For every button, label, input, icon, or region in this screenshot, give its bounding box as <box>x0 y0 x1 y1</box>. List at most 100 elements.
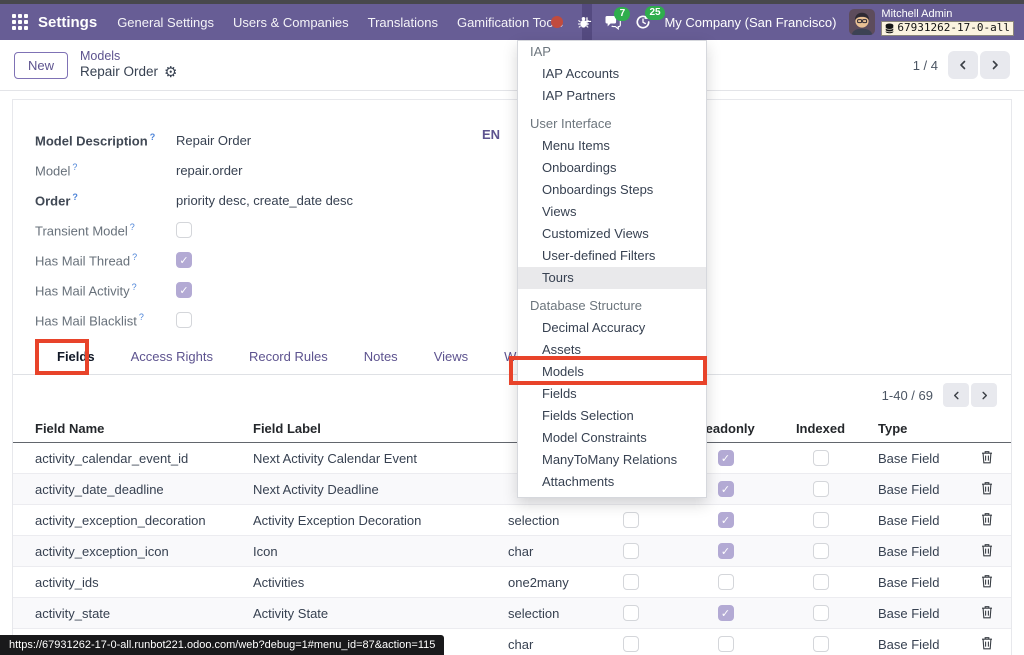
messages-icon[interactable]: 7 <box>604 6 631 30</box>
field-value-model-description[interactable]: Repair Order <box>176 133 251 148</box>
menu-item-user-defined-filters[interactable]: User-defined Filters <box>518 245 706 267</box>
help-question-icon[interactable]: ? <box>150 132 156 142</box>
menu-item-onboardings-steps[interactable]: Onboardings Steps <box>518 179 706 201</box>
trash-icon[interactable] <box>981 605 993 622</box>
field-value-order[interactable]: priority desc, create_date desc <box>176 193 353 208</box>
menu-item-decimal-accuracy[interactable]: Decimal Accuracy <box>518 317 706 339</box>
company-switcher[interactable]: My Company (San Francisco) <box>664 15 836 30</box>
menu-item-tours[interactable]: Tours <box>518 267 706 289</box>
required-cell <box>583 543 678 559</box>
top-menu-gamification-tools[interactable]: Gamification Tools <box>457 15 563 30</box>
debug-bug-icon[interactable] <box>576 15 591 30</box>
trash-icon[interactable] <box>981 481 993 498</box>
field-value-model[interactable]: repair.order <box>176 163 242 178</box>
help-question-icon[interactable]: ? <box>130 222 135 232</box>
column-header-indexed: Indexed <box>795 421 846 436</box>
help-question-icon[interactable]: ? <box>139 312 144 322</box>
indexed-checkbox[interactable] <box>812 450 829 466</box>
breadcrumb-current: Repair Order <box>80 64 159 80</box>
table-row[interactable]: activity_state Activity State selection ✓ Ba… <box>13 598 1011 629</box>
menu-item-attachments[interactable]: Attachments <box>518 471 706 493</box>
readonly-checkbox[interactable]: ✓ <box>717 543 734 559</box>
readonly-checkbox[interactable]: ✓ <box>717 605 734 621</box>
table-row[interactable]: activity_date_deadline Next Activity Dead… <box>13 474 1011 505</box>
field-type-cell: char <box>508 543 534 559</box>
tab-access-rights[interactable]: Access Rights <box>117 339 227 374</box>
indexed-checkbox[interactable] <box>812 481 829 497</box>
trash-icon[interactable] <box>981 636 993 653</box>
help-question-icon[interactable]: ? <box>132 282 137 292</box>
top-menu-translations[interactable]: Translations <box>368 15 438 30</box>
field-name-cell: activity_exception_icon <box>35 543 169 559</box>
gear-icon[interactable]: ⚙ <box>164 65 177 80</box>
table-row[interactable]: activity_calendar_event_id Next Activity … <box>13 443 1011 474</box>
menu-item-assets[interactable]: Assets <box>518 339 706 361</box>
indexed-cell <box>773 481 868 497</box>
menu-item-fields-selection[interactable]: Fields Selection <box>518 405 706 427</box>
help-question-icon[interactable]: ? <box>132 252 137 262</box>
indexed-checkbox[interactable] <box>812 512 829 528</box>
readonly-cell <box>678 574 773 590</box>
list-pager-next-button[interactable] <box>971 383 997 407</box>
fields-table-body: activity_calendar_event_id Next Activity … <box>13 443 1011 655</box>
help-question-icon[interactable]: ? <box>72 192 78 202</box>
trash-icon[interactable] <box>981 574 993 591</box>
field-checkbox-has-mail-activity[interactable]: ✓ <box>176 282 192 298</box>
technical-dropdown-menu: IAP IAP Accounts IAP Partners User Interfac… <box>517 40 707 498</box>
readonly-checkbox[interactable] <box>717 574 734 590</box>
menu-item-iap-partners[interactable]: IAP Partners <box>518 85 706 107</box>
indexed-checkbox[interactable] <box>812 574 829 590</box>
indexed-checkbox[interactable] <box>812 636 829 652</box>
required-checkbox[interactable] <box>622 636 639 652</box>
tab-notes[interactable]: Notes <box>350 339 412 374</box>
top-menu-users-companies[interactable]: Users & Companies <box>233 15 349 30</box>
readonly-checkbox[interactable] <box>717 636 734 652</box>
menu-item-manytomany-relations[interactable]: ManyToMany Relations <box>518 449 706 471</box>
pager-previous-button[interactable] <box>948 51 978 79</box>
table-row[interactable]: activity_exception_icon Icon char ✓ Base Fie… <box>13 536 1011 567</box>
required-checkbox[interactable] <box>622 543 639 559</box>
field-checkbox-has-mail-blacklist[interactable] <box>176 312 192 328</box>
indexed-checkbox[interactable] <box>812 543 829 559</box>
menu-item-views[interactable]: Views <box>518 201 706 223</box>
required-checkbox[interactable] <box>622 574 639 590</box>
tab-record-rules[interactable]: Record Rules <box>235 339 342 374</box>
readonly-checkbox[interactable]: ✓ <box>717 450 734 466</box>
table-row[interactable]: activity_ids Activities one2many Base Field <box>13 567 1011 598</box>
indexed-checkbox[interactable] <box>812 605 829 621</box>
tab-views[interactable]: Views <box>420 339 482 374</box>
required-cell <box>583 574 678 590</box>
language-badge[interactable]: EN <box>482 127 500 142</box>
table-row[interactable]: activity_exception_decoration Activity Ex… <box>13 505 1011 536</box>
menu-item-iap-accounts[interactable]: IAP Accounts <box>518 63 706 85</box>
list-pager-previous-button[interactable] <box>943 383 969 407</box>
menu-item-model-constraints[interactable]: Model Constraints <box>518 427 706 449</box>
required-checkbox[interactable] <box>622 512 639 528</box>
menu-item-menu-items[interactable]: Menu Items <box>518 135 706 157</box>
indexed-cell <box>773 574 868 590</box>
trash-icon[interactable] <box>981 543 993 560</box>
required-checkbox[interactable] <box>622 605 639 621</box>
activities-clock-icon[interactable]: 25 <box>635 6 665 30</box>
menu-item-models[interactable]: Models <box>518 361 706 383</box>
delete-cell <box>963 481 1011 498</box>
field-checkbox-transient-model[interactable] <box>176 222 192 238</box>
menu-item-onboardings[interactable]: Onboardings <box>518 157 706 179</box>
pager-next-button[interactable] <box>980 51 1010 79</box>
field-label-model-description: Model Description? <box>35 131 156 149</box>
trash-icon[interactable] <box>981 450 993 467</box>
readonly-checkbox[interactable]: ✓ <box>717 512 734 528</box>
new-button[interactable]: New <box>14 51 69 79</box>
menu-item-fields[interactable]: Fields <box>518 383 706 405</box>
menu-item-customized-views[interactable]: Customized Views <box>518 223 706 245</box>
breadcrumb-models-link[interactable]: Models <box>80 49 177 65</box>
top-menu-general-settings[interactable]: General Settings <box>117 15 214 30</box>
user-menu[interactable]: Mitchell Admin 67931262-17-0-all <box>849 8 1014 36</box>
app-name[interactable]: Settings <box>38 14 97 31</box>
trash-icon[interactable] <box>981 512 993 529</box>
help-question-icon[interactable]: ? <box>72 162 77 172</box>
tab-fields[interactable]: Fields <box>43 339 109 374</box>
readonly-checkbox[interactable]: ✓ <box>717 481 734 497</box>
field-checkbox-has-mail-thread[interactable]: ✓ <box>176 252 192 268</box>
apps-grid-icon[interactable] <box>12 14 28 30</box>
